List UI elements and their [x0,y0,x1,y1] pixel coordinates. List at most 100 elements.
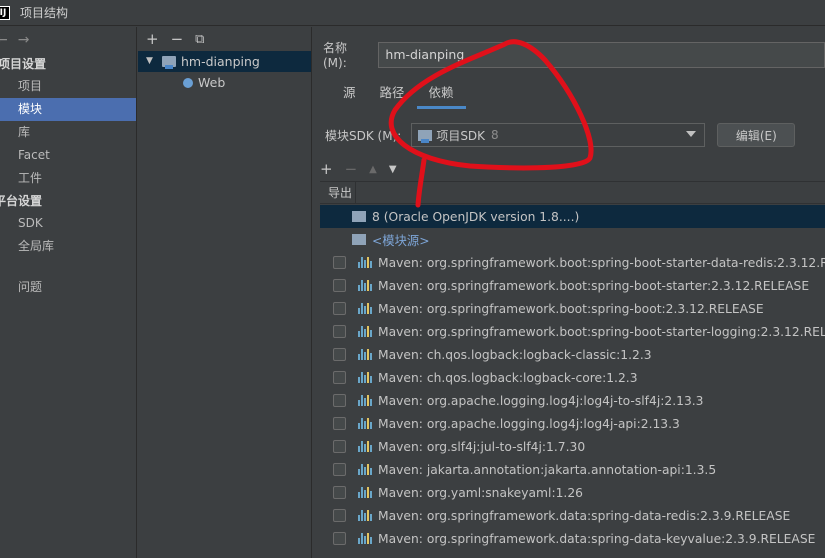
tab-dependencies[interactable]: 依赖 [416,81,466,109]
forward-arrow-icon[interactable]: → [18,32,30,48]
export-checkbox[interactable] [333,532,346,545]
export-checkbox[interactable] [333,486,346,499]
web-facet-icon [182,76,194,89]
dependency-label: Maven: org.slf4j:jul-to-slf4j:1.7.30 [378,439,586,454]
settings-nav: ← → 项目设置 项目 模块 库 Facet 工件 平台设置 SDK 全局库 问… [0,27,137,558]
module-source-label: <模块源> [372,233,430,248]
nav-item-artifacts[interactable]: 工件 [0,167,136,190]
export-checkbox[interactable] [333,509,346,522]
remove-icon[interactable]: − [171,30,184,48]
dependency-row[interactable]: Maven: org.springframework.data:spring-d… [320,527,825,550]
export-checkbox[interactable] [333,348,346,361]
dependency-label: Maven: org.springframework.boot:spring-b… [378,278,810,293]
add-icon[interactable]: + [146,30,159,48]
export-checkbox[interactable] [333,302,346,315]
tree-item-web-facet[interactable]: Web [138,72,311,93]
move-down-icon[interactable]: ▼ [389,164,397,175]
export-checkbox[interactable] [333,394,346,407]
sdk-folder-icon [418,129,433,143]
tab-sources[interactable]: 源 [331,81,368,109]
maven-library-icon [358,487,372,498]
dependency-row[interactable]: Maven: org.springframework.data:spring-d… [320,504,825,527]
dependency-row[interactable]: Maven: org.springframework.boot:spring-b… [320,251,825,274]
dependency-label: Maven: org.springframework.boot:spring-b… [378,324,825,339]
nav-item-modules[interactable]: 模块 [0,98,136,121]
module-tabs: 源 路径 依赖 [331,81,466,109]
dependency-label: Maven: org.springframework.boot:spring-b… [378,301,764,316]
nav-item-sdk[interactable]: SDK [0,212,136,235]
module-name: hm-dianping [181,54,260,69]
maven-library-icon [358,326,372,337]
maven-library-icon [358,510,372,521]
dependency-row[interactable]: Maven: org.apache.logging.log4j:log4j-ap… [320,412,825,435]
dependency-row[interactable]: Maven: ch.qos.logback:logback-classic:1.… [320,343,825,366]
tree-item-module[interactable]: ▼ hm-dianping [138,51,311,72]
dependency-row[interactable]: Maven: org.springframework.boot:spring-b… [320,297,825,320]
sdk-select-value: 项目SDK [436,128,486,143]
dependency-row[interactable]: Maven: org.slf4j:jul-to-slf4j:1.7.30 [320,435,825,458]
tree-toolbar: + − ⧉ [138,27,311,51]
remove-dependency-icon[interactable]: − [345,160,358,178]
maven-library-icon [358,303,372,314]
name-label: 名称(M): [323,41,348,70]
chevron-down-icon[interactable]: ▼ [146,51,156,72]
nav-item-problems[interactable]: 问题 [0,276,136,299]
dependency-row[interactable]: Maven: jakarta.annotation:jakarta.annota… [320,458,825,481]
dependency-row-module-source[interactable]: <模块源> [320,228,825,251]
module-sdk-label: 模块SDK (M): [325,128,402,143]
maven-library-icon [358,418,372,429]
module-settings: 名称(M): 源 路径 依赖 模块SDK (M): 项目SDK 8 编辑(E) … [313,27,825,558]
export-checkbox[interactable] [333,417,346,430]
nav-item-facets[interactable]: Facet [0,144,136,167]
dependency-label: Maven: org.springframework.data:spring-d… [378,531,816,546]
dependencies-table-header: 导出 [320,181,825,204]
nav-item-project[interactable]: 项目 [0,75,136,98]
chevron-down-icon [686,131,697,137]
dependency-label: Maven: org.springframework.data:spring-d… [378,508,791,523]
maven-library-icon [358,395,372,406]
module-folder-icon [162,56,176,69]
nav-item-libraries[interactable]: 库 [0,121,136,144]
dependency-label: Maven: jakarta.annotation:jakarta.annota… [378,462,717,477]
dependencies-toolbar: + − ▲ ▼ [320,157,397,181]
sdk-entry-label: 8 (Oracle OpenJDK version 1.8....) [372,209,580,224]
maven-library-icon [358,464,372,475]
maven-library-icon [358,533,372,544]
dependencies-table: 8 (Oracle OpenJDK version 1.8....) <模块源>… [320,205,825,550]
maven-library-icon [358,441,372,452]
dependency-row[interactable]: Maven: org.springframework.boot:spring-b… [320,274,825,297]
maven-library-icon [358,349,372,360]
dependency-label: Maven: ch.qos.logback:logback-core:1.2.3 [378,370,638,385]
dependency-row[interactable]: Maven: org.yaml:snakeyaml:1.26 [320,481,825,504]
module-sdk-row: 模块SDK (M): 项目SDK 8 编辑(E) [325,123,796,147]
dependency-row[interactable]: Maven: org.springframework.boot:spring-b… [320,320,825,343]
export-checkbox[interactable] [333,440,346,453]
header-export[interactable]: 导出 [320,182,356,203]
copy-icon[interactable]: ⧉ [195,32,204,47]
module-tree-panel: + − ⧉ ▼ hm-dianping Web [138,27,312,558]
dependency-row-sdk[interactable]: 8 (Oracle OpenJDK version 1.8....) [320,205,825,228]
dependency-row[interactable]: Maven: ch.qos.logback:logback-core:1.2.3 [320,366,825,389]
maven-library-icon [358,372,372,383]
nav-section-project-settings: 项目设置 [0,57,47,71]
export-checkbox[interactable] [333,371,346,384]
add-dependency-icon[interactable]: + [320,160,333,178]
edit-sdk-button[interactable]: 编辑(E) [717,123,796,147]
dependency-label: Maven: org.apache.logging.log4j:log4j-ap… [378,416,680,431]
export-checkbox[interactable] [333,325,346,338]
export-checkbox[interactable] [333,463,346,476]
dependency-row[interactable]: Maven: org.apache.logging.log4j:log4j-to… [320,389,825,412]
dependency-label: Maven: ch.qos.logback:logback-classic:1.… [378,347,652,362]
module-sdk-select[interactable]: 项目SDK 8 [411,123,706,147]
export-checkbox[interactable] [333,256,346,269]
nav-item-global-libraries[interactable]: 全局库 [0,235,136,258]
module-name-input[interactable] [378,41,825,68]
window-title: 项目结构 [20,6,69,20]
facet-name: Web [198,75,226,90]
dependency-label: Maven: org.yaml:snakeyaml:1.26 [378,485,583,500]
export-checkbox[interactable] [333,279,346,292]
maven-library-icon [358,257,372,268]
tab-paths[interactable]: 路径 [368,81,417,109]
back-arrow-icon[interactable]: ← [0,32,8,48]
move-up-icon[interactable]: ▲ [369,164,377,175]
